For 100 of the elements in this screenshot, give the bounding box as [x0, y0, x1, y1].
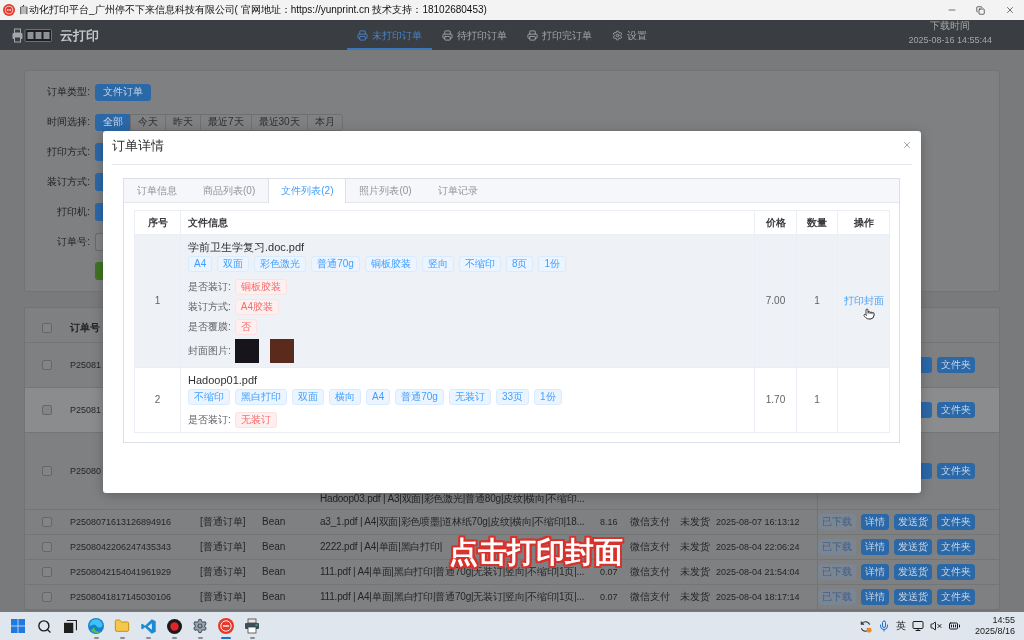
row-checkbox[interactable]: [42, 542, 52, 552]
dialog-tab[interactable]: 照片列表(0): [346, 179, 425, 203]
spec-tag: 8页: [505, 256, 534, 272]
input-language[interactable]: 英: [895, 621, 906, 631]
detail-tag: A4胶装: [234, 299, 279, 315]
column-header: 订单号: [70, 322, 100, 333]
action-button[interactable]: 详情: [861, 589, 889, 605]
field-label: 是否覆膜:: [188, 322, 231, 332]
round-logo-icon[interactable]: [218, 618, 234, 634]
action-button[interactable]: 文件夹: [937, 539, 975, 555]
user-name: Bean: [262, 567, 286, 577]
row-checkbox[interactable]: [42, 405, 52, 415]
field-label: 是否装订:: [188, 282, 231, 292]
filter-option[interactable]: 最近7天: [200, 113, 252, 131]
action-button[interactable]: 文件夹: [937, 589, 975, 605]
start-icon[interactable]: [11, 619, 25, 633]
nav-tab[interactable]: 设置: [602, 20, 657, 50]
code-editor-icon[interactable]: [140, 618, 156, 634]
dialog-tab[interactable]: 商品列表(0): [190, 179, 269, 203]
action-button[interactable]: [921, 402, 932, 418]
dialog-tab[interactable]: 订单信息: [124, 179, 190, 203]
close-icon[interactable]: [902, 140, 912, 150]
monitor-icon[interactable]: [911, 620, 924, 632]
filter-option[interactable]: 最近30天: [250, 113, 308, 131]
app-name: 云打印: [60, 28, 99, 42]
select-all-checkbox[interactable]: [42, 322, 52, 333]
clock-time[interactable]: 14:55: [992, 615, 1015, 626]
row-checkbox[interactable]: [42, 592, 52, 602]
sync-icon[interactable]: [858, 619, 872, 633]
folder-icon[interactable]: [114, 618, 130, 634]
task-view-icon[interactable]: [63, 619, 77, 633]
action-button[interactable]: 发送货: [894, 589, 932, 605]
option-button[interactable]: [95, 143, 103, 161]
record-icon[interactable]: [166, 618, 182, 634]
battery-icon[interactable]: [947, 620, 961, 632]
filter-option[interactable]: 今天: [130, 113, 166, 131]
option-button[interactable]: [95, 173, 103, 191]
order-type: [普通订单]: [200, 592, 246, 602]
order-number: P2508041817145030106: [70, 592, 172, 602]
file-name: Hadoop01.pdf: [188, 373, 258, 387]
microphone-icon[interactable]: [877, 620, 890, 632]
payment-method: 微信支付: [630, 542, 670, 552]
download-time: 2025-08-16 14:55:44: [908, 34, 992, 46]
round-logo-icon: [3, 4, 15, 16]
dialog-tab[interactable]: 订单记录: [424, 179, 491, 203]
payment-method: 微信支付: [630, 517, 670, 527]
row-checkbox[interactable]: [42, 360, 52, 370]
hand-cursor-icon: [863, 307, 875, 321]
action-button[interactable]: 详情: [861, 564, 889, 580]
close-icon[interactable]: [1004, 5, 1015, 15]
spec-tag: 彩色激光: [254, 256, 307, 272]
spec-tag: A4: [188, 256, 213, 272]
action-button[interactable]: 发送货: [894, 514, 932, 530]
action-button[interactable]: [921, 463, 932, 479]
print-cover-link[interactable]: 打印封面: [843, 296, 884, 306]
dialog-tab[interactable]: 文件列表(2): [268, 179, 347, 203]
nav-tab[interactable]: 打印完订单: [517, 20, 602, 50]
spec-tag: 铜板胶装: [364, 256, 417, 272]
action-button[interactable]: 详情: [861, 539, 889, 555]
option-button[interactable]: [95, 203, 103, 221]
action-button[interactable]: 详情: [861, 514, 889, 530]
order-number: P2508042206247435343: [70, 542, 172, 552]
spec-tag: 黑白打印: [235, 389, 287, 405]
action-button[interactable]: [921, 357, 932, 373]
row-checkbox[interactable]: [42, 517, 52, 527]
printer-icon[interactable]: [244, 618, 260, 634]
gear-icon[interactable]: [192, 618, 208, 634]
spec-tag: 不缩印: [188, 389, 230, 405]
spec-tag: 竖向: [421, 256, 454, 272]
action-button[interactable]: [95, 262, 103, 280]
user-name: Bean: [262, 542, 286, 552]
browser-icon[interactable]: [88, 618, 104, 634]
file-summary: a3_1.pdf | A4|双面|彩色喷墨|道林纸70g|皮纹|横向|不缩印|18...: [320, 517, 585, 527]
action-button[interactable]: 文件夹: [937, 514, 975, 530]
filter-option[interactable]: 文件订单: [95, 83, 151, 101]
shipping-status: 未发货: [680, 567, 710, 577]
action-button[interactable]: 文件夹: [937, 463, 975, 479]
restore-icon[interactable]: [976, 5, 985, 15]
action-button[interactable]: 文件夹: [937, 357, 975, 373]
payment-method: 微信支付: [630, 592, 670, 602]
price: 8.16: [600, 517, 618, 527]
row-index: 2: [154, 395, 161, 405]
action-button[interactable]: 文件夹: [937, 564, 975, 580]
row-checkbox[interactable]: [42, 567, 52, 577]
row-checkbox[interactable]: [42, 466, 52, 476]
column-header: 价格: [765, 217, 786, 228]
search-icon[interactable]: [36, 618, 52, 634]
action-button[interactable]: 文件夹: [937, 402, 975, 418]
price: 0.07: [600, 592, 618, 602]
filter-option[interactable]: 昨天: [165, 113, 201, 131]
filter-option[interactable]: 全部: [95, 113, 131, 131]
nav-tab[interactable]: 待打印订单: [432, 20, 517, 50]
filter-label: 订单类型:: [47, 87, 90, 97]
speaker-muted-icon[interactable]: [929, 620, 942, 632]
action-button[interactable]: 发送货: [894, 564, 932, 580]
filter-option[interactable]: 本月: [306, 113, 343, 131]
clock-date[interactable]: 2025/8/16: [974, 626, 1015, 637]
file-name: 学前卫生学复习.doc.pdf: [188, 240, 305, 254]
video-caption: 点击打印封面: [449, 538, 623, 567]
action-button[interactable]: 发送货: [894, 539, 932, 555]
